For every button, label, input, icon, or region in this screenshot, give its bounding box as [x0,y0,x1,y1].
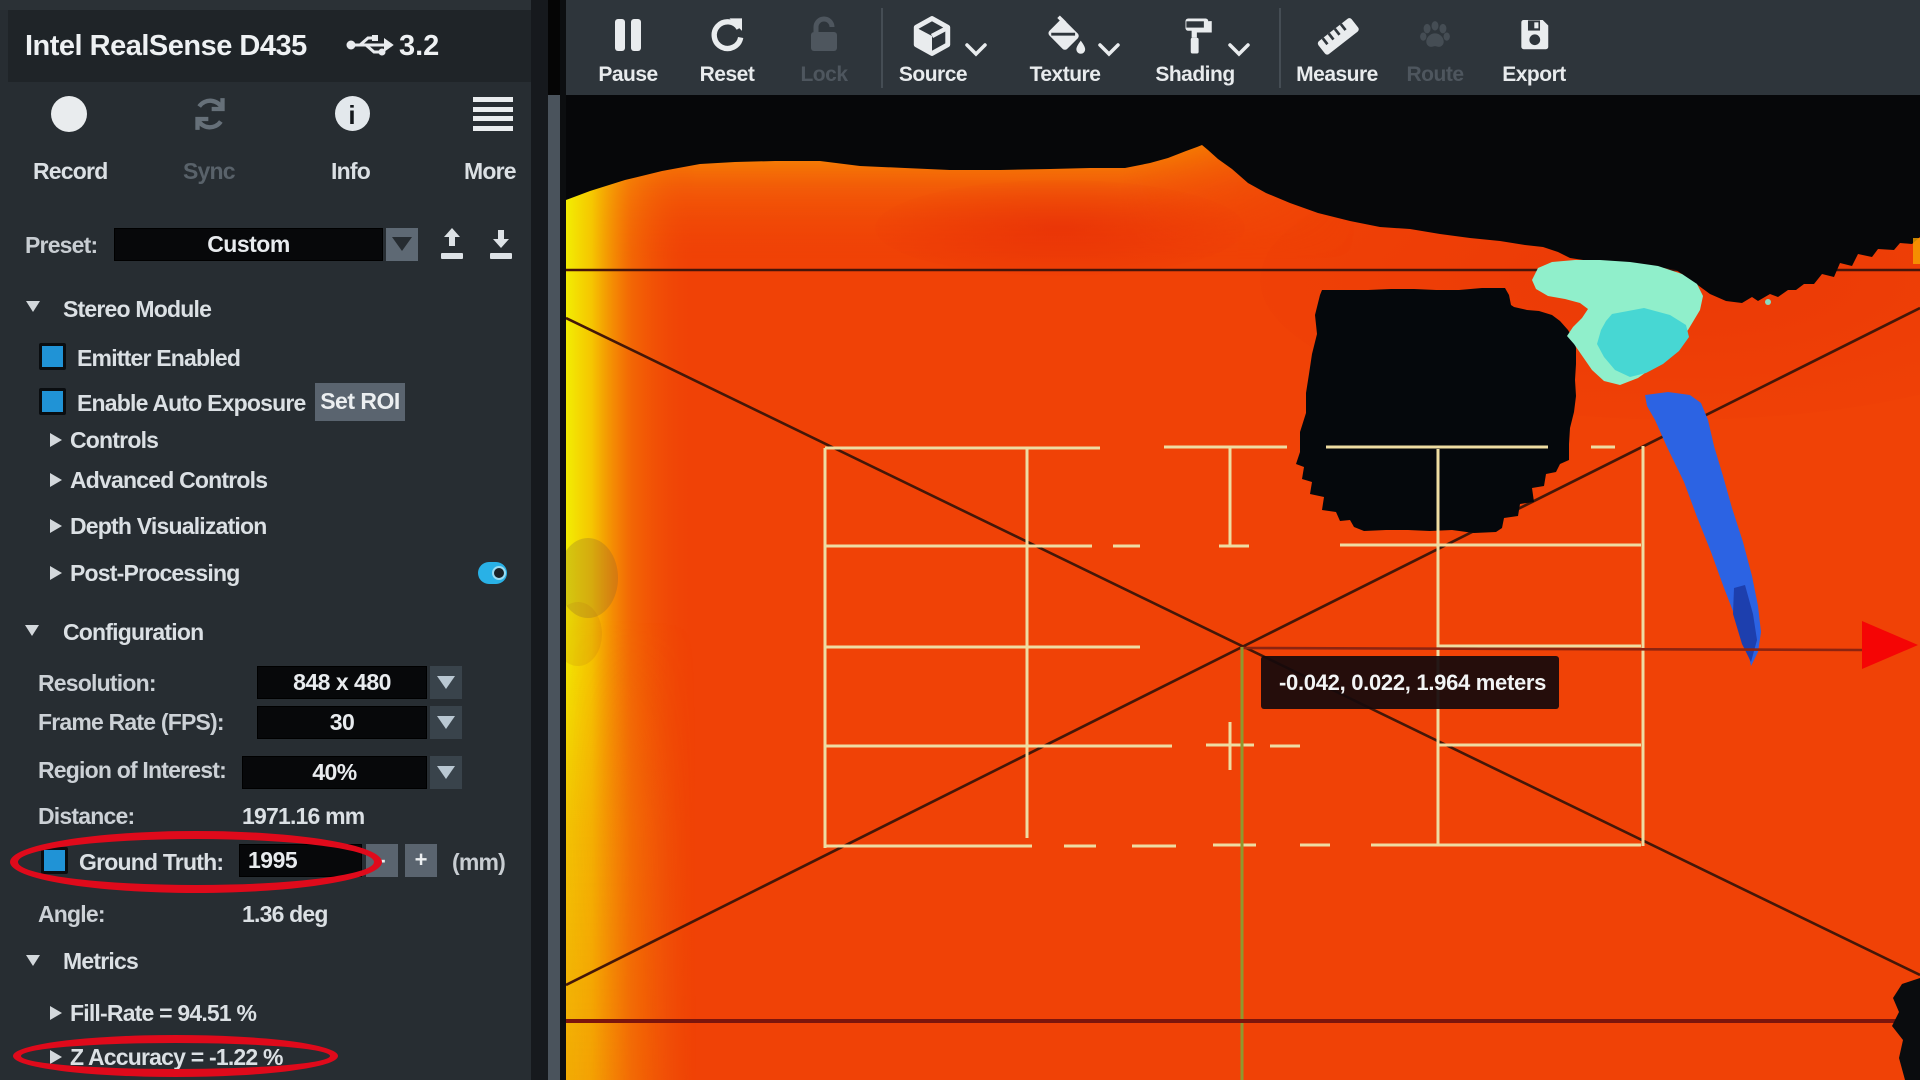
svg-text:-0.042, 0.022, 1.964 meters: -0.042, 0.022, 1.964 meters [1279,670,1546,695]
